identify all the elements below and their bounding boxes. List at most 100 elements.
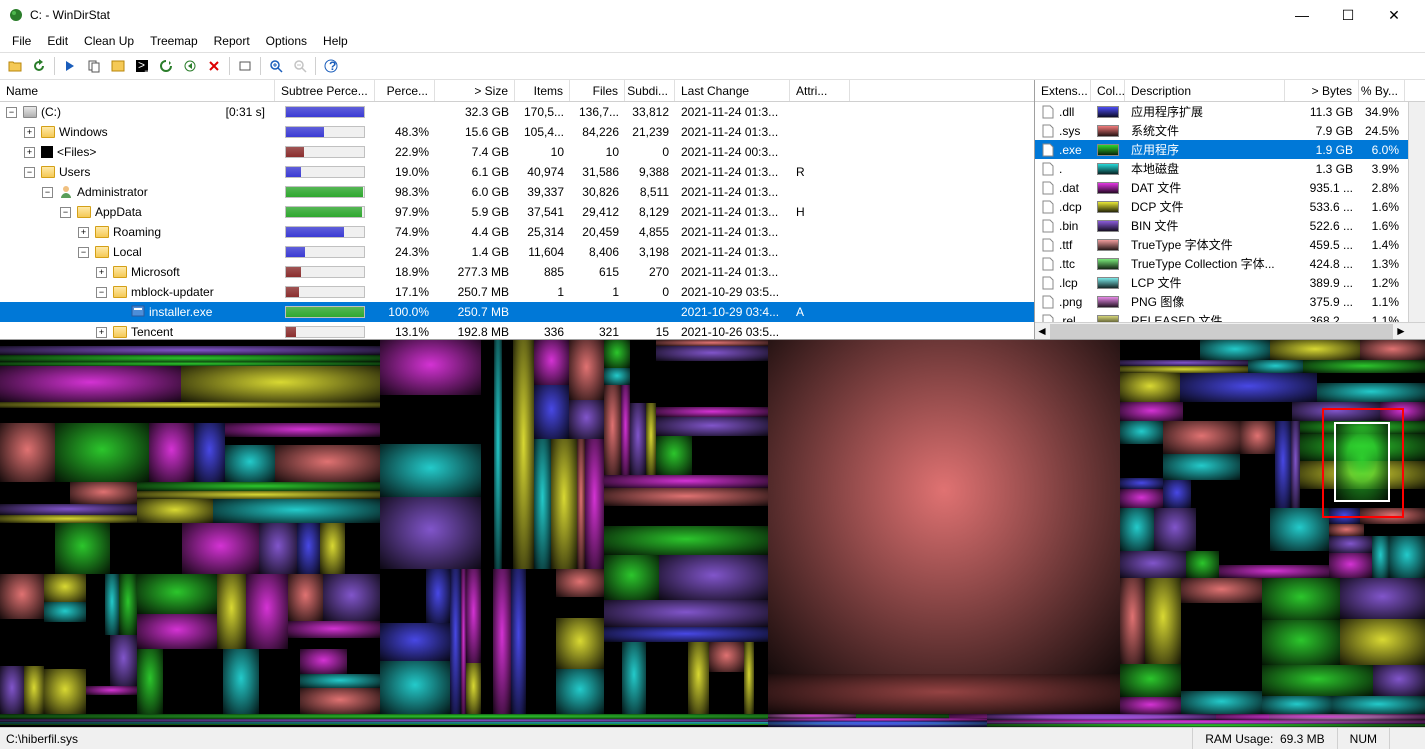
treemap-block[interactable] — [630, 340, 647, 403]
treemap-block[interactable] — [569, 400, 604, 439]
tree-toggle[interactable]: + — [96, 267, 107, 278]
treemap-block[interactable] — [275, 445, 380, 482]
ext-hscroll[interactable]: ◄ ► — [1035, 322, 1425, 339]
treemap-block[interactable] — [380, 661, 450, 714]
treemap-block[interactable] — [0, 666, 24, 714]
tree-row[interactable]: +Roaming74.9%4.4 GB25,31420,4594,8552021… — [0, 222, 1034, 242]
treemap-block[interactable] — [1262, 696, 1332, 714]
treemap-block[interactable] — [1145, 578, 1181, 664]
treemap-block[interactable] — [604, 488, 768, 506]
tree-row[interactable]: +<Files>22.9%7.4 GB101002021-11-24 00:3.… — [0, 142, 1034, 162]
tree-header-1[interactable]: Subtree Perce... — [275, 80, 375, 101]
treemap-block[interactable] — [86, 596, 105, 635]
treemap-block[interactable] — [656, 381, 768, 407]
ext-body[interactable]: .dll应用程序扩展11.3 GB34.9%.sys系统文件7.9 GB24.5… — [1035, 102, 1408, 322]
tree-toggle[interactable]: + — [24, 147, 35, 158]
ext-row[interactable]: .exe应用程序1.9 GB6.0% — [1035, 140, 1408, 159]
ext-row[interactable]: .本地磁盘1.3 GB3.9% — [1035, 159, 1408, 178]
ext-header-3[interactable]: > Bytes — [1285, 80, 1359, 101]
tree-body[interactable]: −(C:) [0:31 s]32.3 GB170,5...136,7...33,… — [0, 102, 1034, 339]
tree-header-8[interactable]: Attri... — [790, 80, 850, 101]
treemap-block[interactable] — [1120, 508, 1154, 551]
treemap-block[interactable] — [768, 674, 1120, 714]
treemap-block[interactable] — [223, 649, 259, 714]
treemap-block[interactable] — [551, 439, 577, 569]
treemap-block[interactable] — [1120, 402, 1183, 421]
menu-report[interactable]: Report — [206, 32, 258, 50]
treemap-block[interactable] — [450, 569, 461, 714]
treemap-block[interactable] — [621, 385, 630, 475]
treemap-block[interactable] — [656, 346, 768, 361]
refresh-icon[interactable] — [28, 55, 50, 77]
treemap-block[interactable] — [86, 695, 137, 714]
tree-toggle[interactable]: − — [6, 107, 17, 118]
treemap-block[interactable] — [630, 403, 646, 475]
treemap-block[interactable] — [604, 555, 659, 600]
treemap-block[interactable] — [137, 491, 380, 499]
treemap-block[interactable] — [604, 600, 768, 627]
treemap-block[interactable] — [0, 574, 44, 619]
cmd-icon[interactable]: >_ — [131, 55, 153, 77]
treemap-block[interactable] — [0, 515, 137, 523]
treemap-block[interactable] — [1291, 421, 1300, 508]
delete-icon[interactable] — [203, 55, 225, 77]
treemap-block[interactable] — [0, 482, 70, 504]
treemap-block[interactable] — [534, 439, 551, 569]
treemap-block[interactable] — [426, 569, 450, 623]
tree-header-0[interactable]: Name — [0, 80, 275, 101]
treemap-block[interactable] — [0, 504, 137, 515]
tree-toggle[interactable]: + — [24, 127, 35, 138]
treemap-block[interactable] — [1181, 691, 1262, 714]
treemap-block[interactable] — [70, 482, 137, 504]
treemap-block[interactable] — [768, 721, 987, 727]
treemap-block[interactable] — [1154, 508, 1196, 551]
treemap-block[interactable] — [1120, 578, 1145, 664]
treemap-block[interactable] — [502, 340, 513, 569]
zoom-in-icon[interactable] — [265, 55, 287, 77]
treemap-block[interactable] — [1262, 578, 1340, 620]
tree-header-4[interactable]: Items — [515, 80, 570, 101]
junction-icon[interactable] — [179, 55, 201, 77]
treemap-block[interactable] — [323, 574, 380, 621]
tree-row[interactable]: −Users19.0%6.1 GB40,97431,5869,3882021-1… — [0, 162, 1034, 182]
treemap-block[interactable] — [622, 642, 646, 714]
treemap-block[interactable] — [604, 627, 768, 642]
treemap-block[interactable] — [556, 597, 604, 618]
tree-row[interactable]: −Administrator98.3%6.0 GB39,33730,8268,5… — [0, 182, 1034, 202]
treemap-block[interactable] — [511, 569, 526, 714]
treemap-block[interactable] — [1181, 578, 1262, 603]
tree-header-3[interactable]: > Size — [435, 80, 515, 101]
tree-toggle[interactable]: + — [78, 227, 89, 238]
treemap-block[interactable] — [44, 669, 86, 714]
ext-scrollbar[interactable] — [1408, 102, 1425, 322]
treemap-block[interactable] — [380, 623, 450, 661]
tree-row[interactable]: −Local24.3%1.4 GB11,6048,4063,1982021-11… — [0, 242, 1034, 262]
treemap-block[interactable] — [380, 395, 481, 444]
tree-row[interactable]: +Windows48.3%15.6 GB105,4...84,22621,239… — [0, 122, 1034, 142]
treemap-block[interactable] — [604, 526, 768, 555]
ext-row[interactable]: .dcpDCP 文件533.6 ...1.6% — [1035, 197, 1408, 216]
menu-file[interactable]: File — [4, 32, 39, 50]
treemap-block[interactable] — [1120, 697, 1181, 714]
treemap-block[interactable] — [656, 361, 768, 381]
menu-edit[interactable]: Edit — [39, 32, 76, 50]
treemap-block[interactable] — [1120, 551, 1186, 578]
treemap-block[interactable] — [1340, 619, 1425, 665]
treemap-block[interactable] — [194, 423, 225, 482]
treemap-block[interactable] — [217, 574, 246, 649]
treemap-block[interactable] — [0, 366, 181, 402]
treemap-block[interactable] — [1317, 373, 1425, 383]
help-icon[interactable]: ? — [320, 55, 342, 77]
treemap-block[interactable] — [1120, 340, 1200, 360]
refresh2-icon[interactable] — [155, 55, 177, 77]
treemap-block[interactable] — [604, 475, 768, 488]
tree-row[interactable]: +Tencent13.1%192.8 MB336321152021-10-26 … — [0, 322, 1034, 339]
treemap-block[interactable] — [656, 407, 768, 417]
ext-row[interactable]: .dll应用程序扩展11.3 GB34.9% — [1035, 102, 1408, 121]
minimize-button[interactable]: — — [1279, 0, 1325, 30]
treemap-block[interactable] — [300, 674, 380, 688]
treemap-block[interactable] — [225, 423, 380, 437]
treemap-block[interactable] — [466, 569, 481, 663]
treemap-block[interactable] — [556, 569, 604, 597]
treemap-block[interactable] — [659, 555, 768, 600]
